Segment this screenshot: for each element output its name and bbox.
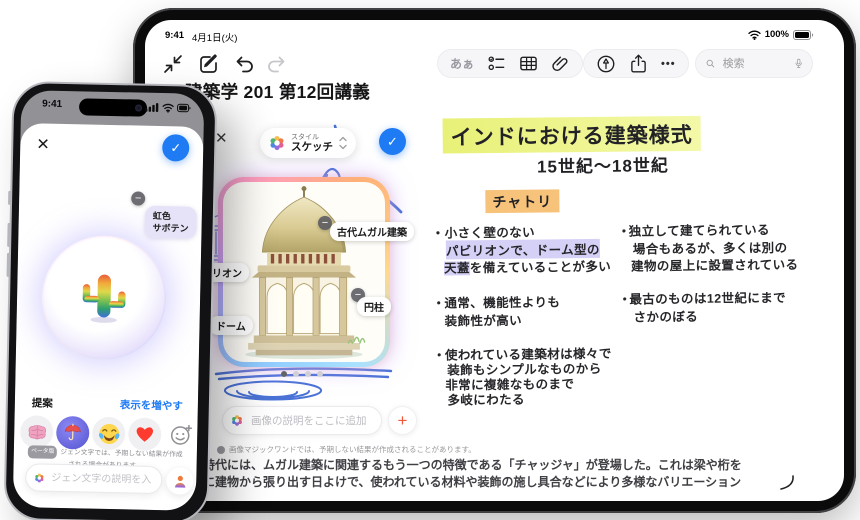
tag-column[interactable]: 円柱: [357, 297, 391, 316]
iphone-status-icons: [145, 102, 191, 114]
image-playground-icon: [34, 470, 44, 485]
chevron-up-down-icon: [339, 136, 347, 150]
style-value: スケッチ: [291, 142, 333, 153]
image-playground-icon: [269, 135, 285, 151]
beta-badge: ベータ版: [28, 445, 57, 459]
volume-up-button: [7, 223, 11, 247]
image-playground-icon: [231, 413, 243, 428]
close-icon[interactable]: ✕: [215, 129, 228, 147]
tag-line: サボテン: [152, 222, 196, 235]
style-picker[interactable]: スタイル スケッチ: [260, 128, 356, 158]
genmoji-bubble: [41, 235, 168, 362]
page-dot[interactable]: [293, 371, 299, 377]
accept-image-button[interactable]: ✓: [379, 128, 406, 155]
volume-down-button: [7, 253, 11, 277]
page-dots[interactable]: [281, 371, 323, 377]
close-icon[interactable]: ✕: [36, 134, 50, 154]
minus-icon[interactable]: −: [131, 191, 145, 205]
iphone-device: 9:41 ✕ ✓: [3, 81, 217, 520]
show-more-link[interactable]: 表示を増やす: [120, 397, 183, 413]
beta-line: ジェン文字では、予期しない結果が作成: [60, 449, 182, 459]
wand-beta-note: 画像マジックワンドでは、予期しない結果が作成されることがあります。: [217, 444, 476, 455]
genmoji-sheet: ✕ ✓: [13, 123, 204, 511]
note-paragraph: 時代には、ムガル建築に関連するもう一つの特徴である「チャッジャ」が登場した。これ…: [203, 457, 742, 491]
umbrella-genmoji[interactable]: [56, 416, 90, 450]
genmoji-description-input[interactable]: [49, 471, 153, 486]
tag-line: 虹色: [153, 210, 197, 223]
add-genmoji-icon[interactable]: [164, 418, 198, 452]
paragraph-line: 時代には、ムガル建築に関連するもう一つの特徴である「チャッジャ」が登場した。これ…: [203, 457, 742, 474]
rainbow-cactus-genmoji: [75, 265, 132, 328]
page-dot[interactable]: [317, 371, 323, 377]
beta-badge-icon: [217, 446, 225, 454]
marketing-screenshot: 9:41 4月1日(火) 100%: [0, 0, 860, 520]
page-dot-active[interactable]: [281, 371, 287, 377]
add-element-button[interactable]: +: [388, 406, 417, 435]
image-description-input[interactable]: [249, 414, 373, 428]
action-button: [8, 191, 11, 205]
accept-genmoji-button[interactable]: ✓: [162, 134, 190, 162]
dynamic-island: [79, 98, 147, 116]
person-icon: [173, 474, 187, 488]
genmoji-tag[interactable]: 虹色 サボテン: [144, 206, 197, 239]
laughing-emoji[interactable]: [92, 417, 126, 451]
heart-emoji[interactable]: [128, 417, 162, 451]
ipad-screen: 9:41 4月1日(火) 100%: [145, 20, 844, 501]
tag-mughal[interactable]: 古代ムガル建築: [330, 222, 414, 241]
camera-lens: [135, 104, 142, 111]
iphone-clock: 9:41: [42, 99, 62, 110]
ipad-device: 9:41 4月1日(火) 100%: [133, 8, 856, 513]
tag-dome[interactable]: ドーム: [209, 316, 253, 335]
image-description-field[interactable]: [222, 406, 382, 435]
genmoji-description-field[interactable]: [25, 463, 163, 494]
beta-note-text: 画像マジックワンドでは、予期しない結果が作成されることがあります。: [229, 444, 476, 455]
page-dot[interactable]: [305, 371, 311, 377]
suggestions-label: 提案: [32, 395, 53, 410]
iphone-screen: 9:41 ✕ ✓: [13, 90, 205, 511]
person-button[interactable]: [166, 467, 194, 495]
brain-genmoji[interactable]: [20, 415, 54, 449]
paragraph-line: に建物から張り出す日よけで、使われている材料や装飾の施し具合などにより多様なバリ…: [203, 474, 742, 491]
